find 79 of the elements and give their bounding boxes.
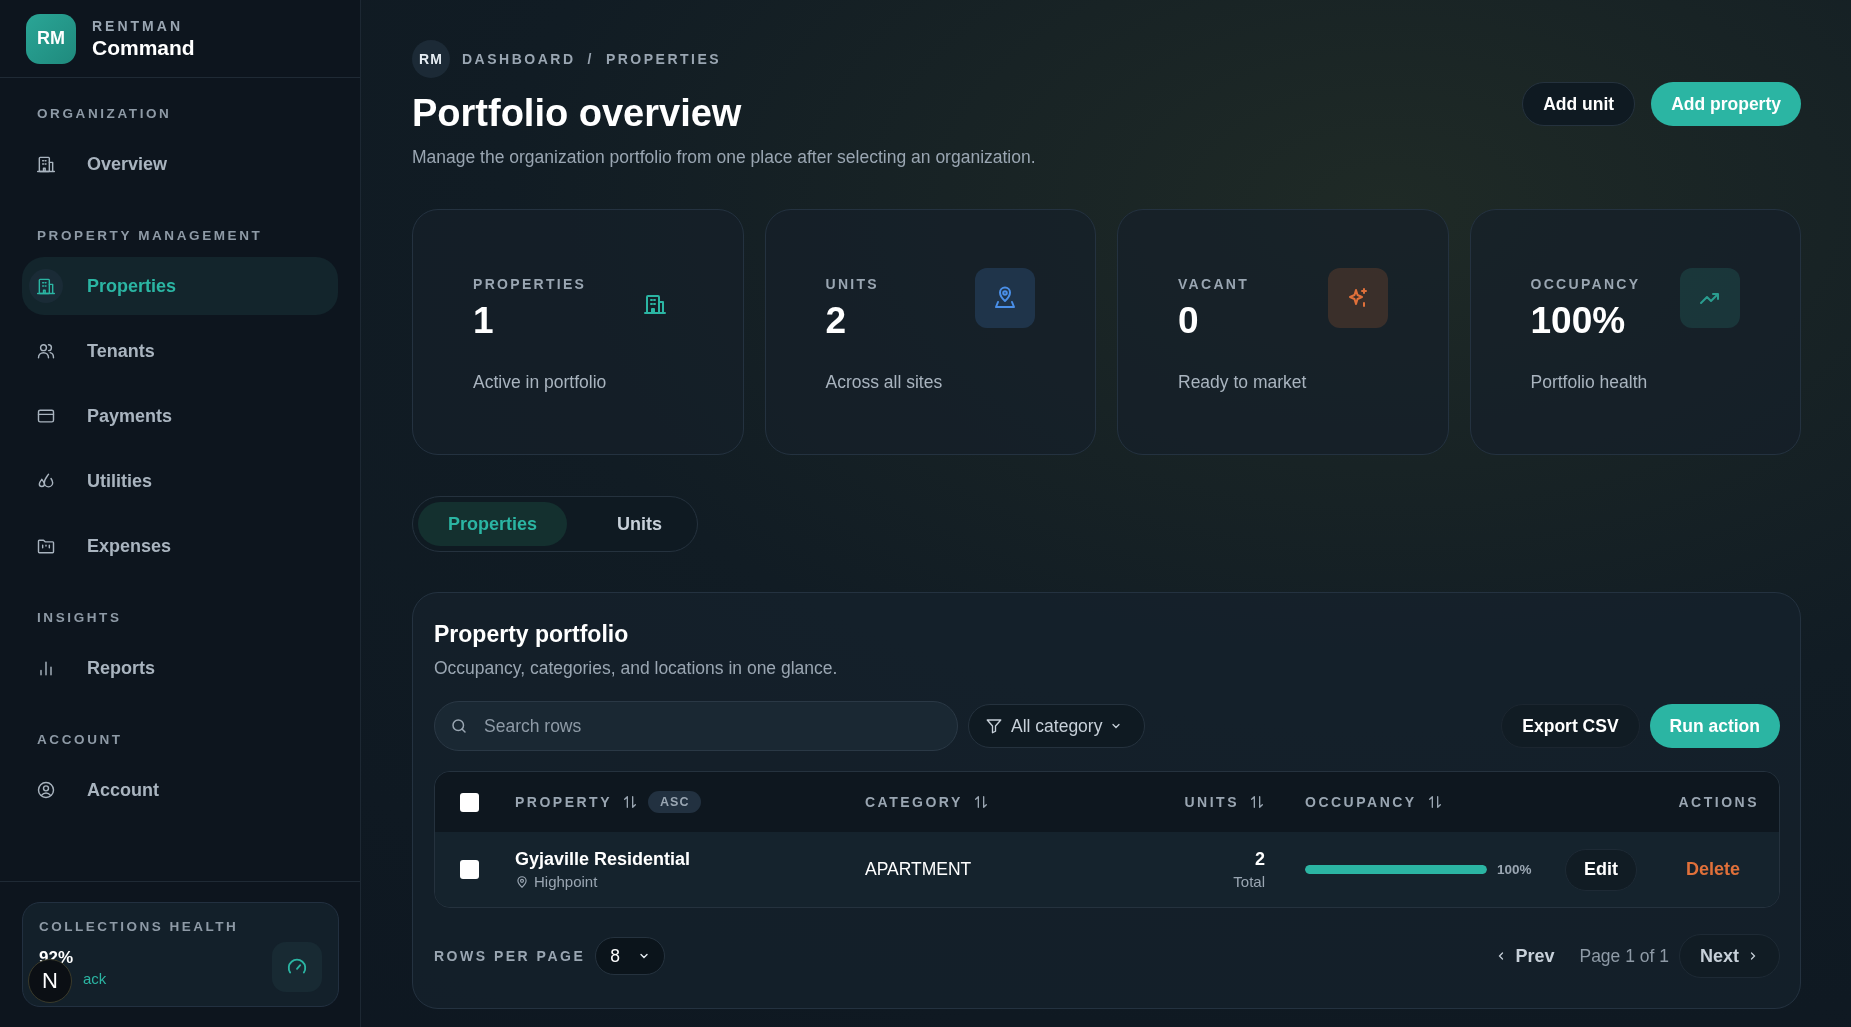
brand-name: Command — [92, 35, 195, 60]
building-icon — [36, 154, 56, 174]
export-csv-button[interactable]: Export CSV — [1501, 704, 1640, 748]
tab[interactable]: Units — [587, 502, 693, 546]
search-field[interactable]: Search rows — [434, 701, 958, 751]
units-caption: Total — [1233, 873, 1265, 890]
nav-section-title: INSIGHTS — [36, 609, 123, 627]
add-unit-button[interactable]: Add unit — [1522, 82, 1636, 126]
stat-value: 2 — [825, 300, 848, 342]
category-filter[interactable]: All category — [968, 704, 1146, 748]
page-indicator: Page 1 of 1 — [1579, 945, 1669, 967]
filter-icon — [985, 717, 1003, 735]
nav-section-title: PROPERTY MANAGEMENT — [36, 227, 264, 245]
nav-item[interactable]: Overview — [22, 135, 338, 193]
nav-item[interactable]: Properties — [22, 257, 338, 315]
column-header[interactable]: OCCUPANCY — [1305, 794, 1417, 810]
sort-icon[interactable] — [1426, 794, 1443, 810]
health-status: ack — [83, 969, 107, 987]
breadcrumb-avatar: RM — [412, 40, 450, 78]
occupancy-reading: 100% — [1497, 862, 1532, 877]
rows-per-page-label: ROWS PER PAGE — [434, 948, 586, 964]
column-header: ACTIONS — [1678, 794, 1759, 810]
stat-value: 100% — [1530, 300, 1627, 342]
tab[interactable]: Properties — [418, 502, 568, 546]
breadcrumb-separator: / — [587, 51, 594, 67]
panel-subtitle: Occupancy, categories, and locations in one glance. — [434, 658, 839, 679]
property-location: Highpoint — [534, 873, 598, 890]
card-icon — [36, 406, 56, 426]
sort-badge: ASC — [648, 791, 702, 813]
nav-section-title: ACCOUNT — [36, 731, 124, 749]
stat-label: OCCUPANCY — [1530, 276, 1641, 292]
gauge-icon — [272, 942, 322, 992]
nav-item[interactable]: Expenses — [22, 517, 338, 575]
nav-item[interactable]: Account — [22, 761, 338, 819]
folder-icon — [36, 536, 56, 556]
brand-eyebrow: RENTMAN — [92, 17, 184, 34]
prev-page-button[interactable]: Prev — [1480, 934, 1570, 978]
stat-value: 1 — [473, 300, 495, 342]
nav-item[interactable]: Utilities — [22, 452, 338, 510]
brand-logo: RM — [26, 13, 76, 64]
select-all-checkbox[interactable] — [459, 792, 479, 812]
column-header[interactable]: CATEGORY — [865, 794, 963, 810]
edit-button[interactable]: Edit — [1564, 848, 1637, 891]
sort-icon[interactable] — [622, 794, 638, 810]
table-cell: APARTMENT — [865, 859, 972, 880]
property-name: Gyjaville Residential — [515, 849, 691, 870]
column-header[interactable]: UNITS — [1184, 794, 1239, 810]
building-icon — [36, 276, 56, 296]
health-title: COLLECTIONS HEALTH — [39, 919, 240, 934]
nav-item[interactable]: Reports — [22, 639, 338, 697]
page-subtitle: Manage the organization portfolio from one place after selecting an organization. — [412, 147, 1036, 168]
page-title: Portfolio overview — [412, 92, 743, 135]
table-row[interactable]: Gyjaville Residential Highpoint APARTMENT 2 Total 100% Edit Delete — [435, 832, 1779, 907]
nav-item[interactable]: Payments — [22, 387, 338, 445]
stat-caption: Portfolio health — [1530, 372, 1649, 393]
panel-title: Property portfolio — [434, 621, 630, 648]
breadcrumb-link[interactable]: PROPERTIES — [605, 51, 722, 67]
units-count: 2 — [1255, 849, 1265, 870]
delete-button[interactable]: Delete — [1666, 848, 1759, 891]
rows-per-page-select[interactable]: 8 — [595, 937, 665, 975]
stat-caption: Active in portfolio — [473, 372, 608, 393]
drops-icon — [36, 471, 56, 491]
stat-value: 0 — [1178, 300, 1200, 342]
nav-item[interactable]: Tenants — [22, 322, 338, 380]
sort-icon[interactable] — [1249, 794, 1265, 810]
stat-label: UNITS — [825, 276, 879, 292]
stat-label: PROPERTIES — [473, 276, 587, 292]
column-header[interactable]: PROPERTY — [515, 794, 612, 810]
breadcrumb-link[interactable]: DASHBOARD — [462, 51, 576, 67]
stat-caption: Ready to market — [1178, 372, 1308, 393]
nav-section-title: ORGANIZATION — [36, 105, 173, 123]
sort-icon[interactable] — [972, 794, 989, 810]
location-pin-icon — [515, 874, 529, 889]
row-checkbox[interactable] — [459, 860, 479, 879]
stat-label: VACANT — [1178, 276, 1250, 292]
user-icon — [36, 780, 56, 800]
stat-caption: Across all sites — [825, 372, 944, 393]
users-icon — [36, 341, 56, 361]
next-page-button[interactable]: Next — [1679, 934, 1780, 978]
